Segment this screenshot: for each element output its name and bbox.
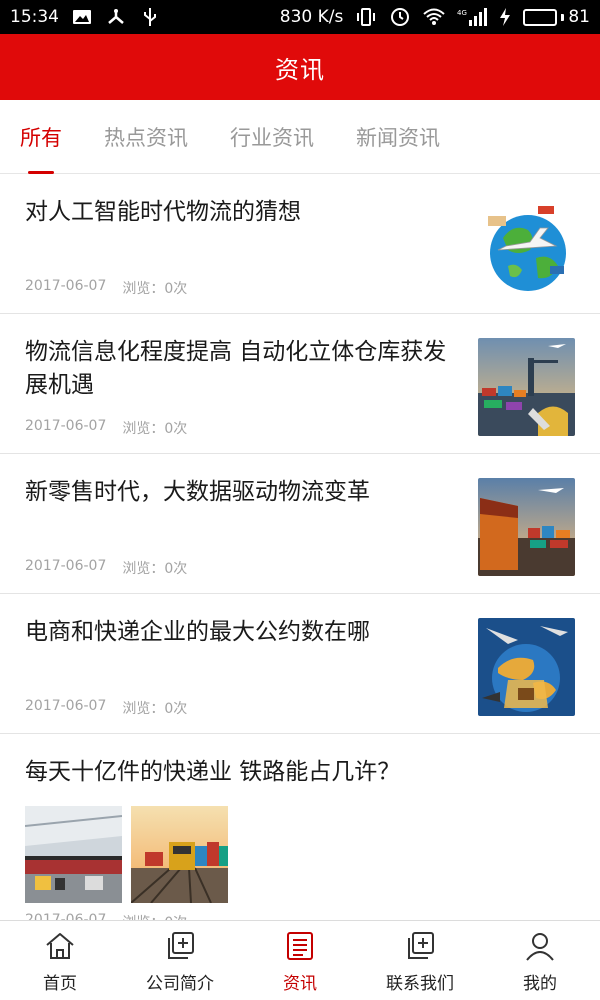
bottom-navigation: 首页 公司简介 资讯 联系我们 我的	[0, 920, 600, 1000]
nav-label: 公司简介	[146, 974, 214, 994]
news-list: 对人工智能时代物流的猜想 2017-06-07 浏览：0次 物流信息化程度提高 …	[0, 174, 600, 920]
status-bar: 15:34 830 K/s 4G 81	[0, 0, 600, 34]
world-transport-image	[478, 618, 575, 716]
tab-label: 新闻资讯	[356, 125, 440, 150]
page-title: 资讯	[275, 55, 325, 84]
alarm-icon	[389, 7, 411, 27]
tab-label: 所有	[20, 125, 62, 150]
nav-news[interactable]: 资讯	[240, 921, 360, 1000]
news-meta: 2017-06-07 浏览：0次	[25, 698, 187, 718]
nav-label: 资讯	[283, 974, 317, 994]
news-item[interactable]: 电商和快递企业的最大公约数在哪 2017-06-07 浏览：0次	[0, 594, 600, 734]
news-date: 2017-06-07	[25, 558, 107, 574]
news-meta: 2017-06-07 浏览：0次	[25, 912, 187, 920]
nav-home[interactable]: 首页	[0, 921, 120, 1000]
tab-hot-news[interactable]: 热点资讯	[104, 122, 188, 152]
news-date: 2017-06-07	[25, 418, 107, 434]
news-views: 浏览：0次	[122, 561, 188, 577]
usb-icon	[139, 7, 161, 27]
status-bar-right: 830 K/s 4G 81	[280, 7, 590, 27]
tab-label: 行业资讯	[230, 125, 314, 150]
news-title: 物流信息化程度提高 自动化立体仓库获发展机遇	[25, 339, 447, 398]
globe-logistics-image	[478, 198, 575, 296]
network-speed: 830 K/s	[279, 7, 344, 27]
port-containers-image	[478, 338, 575, 436]
news-views: 浏览：0次	[122, 421, 188, 437]
news-meta: 2017-06-07 浏览：0次	[25, 558, 187, 578]
nav-profile[interactable]: 我的	[480, 921, 600, 1000]
news-date: 2017-06-07	[25, 278, 107, 294]
image-notification-icon	[71, 7, 93, 27]
tab-label: 热点资讯	[104, 125, 188, 150]
battery-icon	[523, 8, 558, 26]
news-views: 浏览：0次	[122, 912, 187, 920]
tab-all[interactable]: 所有	[20, 122, 62, 174]
news-meta: 2017-06-07 浏览：0次	[25, 278, 187, 298]
charging-icon	[499, 7, 511, 27]
category-tabs: 所有 热点资讯 行业资讯 新闻资讯	[0, 100, 600, 174]
status-time: 15:34	[10, 7, 59, 27]
nav-label: 首页	[43, 974, 77, 994]
battery-indicator: 81	[523, 7, 590, 27]
news-item[interactable]: 物流信息化程度提高 自动化立体仓库获发展机遇 2017-06-07 浏览：0次	[0, 314, 600, 454]
signal-icon: 4G	[457, 7, 488, 27]
svg-text:4G: 4G	[457, 9, 467, 17]
tab-general-news[interactable]: 新闻资讯	[356, 122, 440, 152]
status-bar-left: 15:34	[10, 7, 161, 27]
vibrate-icon	[355, 7, 377, 27]
company-icon	[163, 929, 197, 963]
nav-contact[interactable]: 联系我们	[360, 921, 480, 1000]
news-title: 新零售时代，大数据驱动物流变革	[25, 479, 370, 505]
battery-level: 81	[568, 7, 590, 27]
freight-train-image	[131, 806, 228, 903]
contact-icon	[403, 929, 437, 963]
news-views: 浏览：0次	[122, 281, 188, 297]
truck-port-image	[478, 478, 575, 576]
nav-company[interactable]: 公司简介	[120, 921, 240, 1000]
news-item[interactable]: 新零售时代，大数据驱动物流变革 2017-06-07 浏览：0次	[0, 454, 600, 594]
page-header: 资讯	[0, 34, 600, 100]
news-date: 2017-06-07	[25, 698, 107, 714]
home-icon	[43, 929, 77, 963]
nav-label: 联系我们	[386, 974, 454, 994]
news-views: 浏览：0次	[122, 701, 188, 717]
railway-station-image	[25, 806, 122, 903]
profile-icon	[523, 929, 557, 963]
news-title: 对人工智能时代物流的猜想	[25, 199, 301, 225]
news-item[interactable]: 对人工智能时代物流的猜想 2017-06-07 浏览：0次	[0, 174, 600, 314]
news-icon	[283, 929, 317, 963]
share-notification-icon	[105, 7, 127, 27]
news-meta: 2017-06-07 浏览：0次	[25, 418, 187, 438]
news-date: 2017-06-07	[25, 912, 107, 920]
news-title: 电商和快递企业的最大公约数在哪	[25, 619, 370, 645]
news-item[interactable]: 每天十亿件的快递业 铁路能占几许？ 2017-06-07	[0, 734, 600, 920]
wifi-icon	[423, 7, 446, 27]
tab-industry-news[interactable]: 行业资讯	[230, 122, 314, 152]
news-title: 每天十亿件的快递业 铁路能占几许？	[25, 759, 401, 785]
news-thumbnails	[25, 806, 228, 903]
nav-label: 我的	[523, 974, 557, 994]
